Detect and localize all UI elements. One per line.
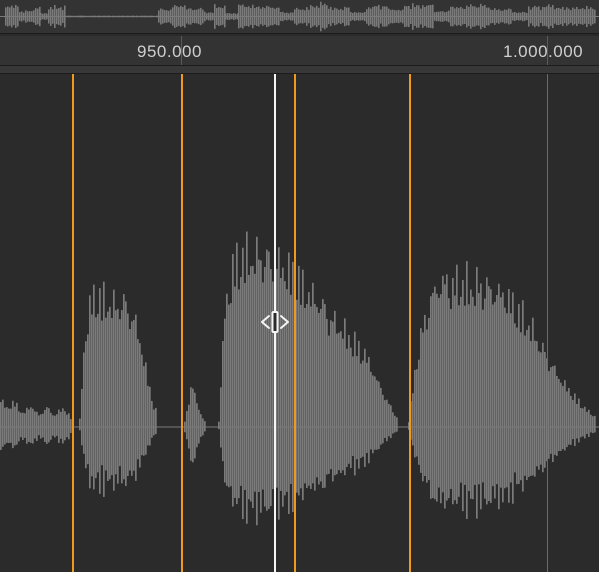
marker-line (72, 74, 74, 572)
marker-line (181, 74, 183, 572)
divider (0, 33, 599, 34)
ruler-tick-label: 1.000.000 (503, 42, 583, 62)
ruler-strip (0, 66, 599, 73)
playhead[interactable] (274, 74, 276, 572)
marker-line (294, 74, 296, 572)
timeline-ruler[interactable]: 950.000 1.000.000 (0, 36, 599, 65)
flex-drag-icon (258, 310, 292, 334)
marker-line (547, 74, 548, 572)
transient-marker[interactable] (72, 74, 74, 572)
transient-marker[interactable] (409, 74, 411, 572)
transient-marker[interactable] (294, 74, 296, 572)
transient-marker[interactable] (181, 74, 183, 572)
region-edge-marker[interactable] (547, 74, 549, 572)
audio-editor: 950.000 1.000.000 (0, 0, 599, 572)
waveform-track[interactable] (0, 74, 599, 572)
overview-lane[interactable] (0, 0, 599, 33)
marker-line (409, 74, 411, 572)
ruler-tick-label: 950.000 (137, 42, 202, 62)
